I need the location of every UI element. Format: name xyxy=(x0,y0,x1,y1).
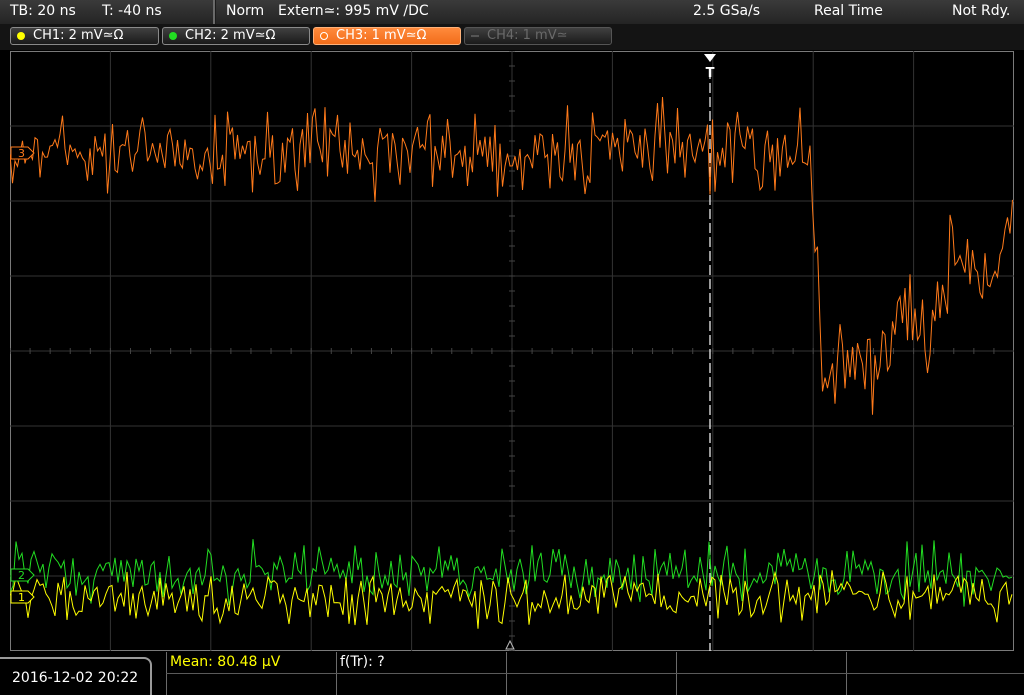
channel-bar: CH1: 2 mV≃Ω CH2: 2 mV≃Ω CH3: 1 mV≃Ω CH4:… xyxy=(0,24,1024,50)
channel-3-indicator xyxy=(320,32,328,40)
date-time: 2016-12-02 20:22 xyxy=(12,670,139,686)
channel-2-label: CH2: 2 mV≃Ω xyxy=(185,28,276,43)
channel-2-indicator xyxy=(169,32,177,40)
channel-1-indicator xyxy=(17,32,25,40)
ch2-waveform xyxy=(10,539,1013,607)
timebase-value[interactable]: TB: 20 ns xyxy=(10,3,76,19)
channel-2-button[interactable]: CH2: 2 mV≃Ω xyxy=(162,27,310,45)
ch2-offset-label: 2 xyxy=(18,569,25,582)
channel-1-label: CH1: 2 mV≃Ω xyxy=(33,28,124,43)
horizontal-position-icon[interactable] xyxy=(505,639,515,650)
trigger-arrow-icon[interactable] xyxy=(704,54,716,62)
channel-1-button[interactable]: CH1: 2 mV≃Ω xyxy=(10,27,159,45)
ch3-offset-marker[interactable]: 3 xyxy=(10,146,35,160)
ch2-offset-marker[interactable]: 2 xyxy=(10,568,35,582)
ch3-waveform xyxy=(10,96,1013,415)
date-time-panel: 2016-12-02 20:22 xyxy=(0,657,152,695)
trigger-marker-label: T xyxy=(706,66,715,81)
graticule[interactable]: T 3 2 1 xyxy=(10,51,1014,651)
acquisition-status: Not Rdy. xyxy=(952,3,1011,19)
timebase-panel[interactable]: TB: 20 ns T: -40 ns xyxy=(0,0,215,24)
trigger-mode[interactable]: Norm xyxy=(226,3,264,19)
acquisition-mode[interactable]: Real Time xyxy=(814,3,883,19)
channel-4-indicator xyxy=(471,35,479,37)
channel-3-label: CH3: 1 mV≃Ω xyxy=(336,28,427,43)
frequency-value: f(Tr): ? xyxy=(340,654,385,670)
mean-value: Mean: 80.48 µV xyxy=(170,654,281,670)
ch1-waveform xyxy=(10,570,1013,629)
channel-3-button[interactable]: CH3: 1 mV≃Ω xyxy=(313,27,461,45)
channel-4-button[interactable]: CH4: 1 mV≃ xyxy=(464,27,612,45)
measurement-divider xyxy=(166,673,1024,674)
sample-rate[interactable]: 2.5 GSa/s xyxy=(693,3,760,19)
trigger-time-value[interactable]: T: -40 ns xyxy=(102,3,162,19)
status-bar: TB: 20 ns T: -40 ns Norm Extern≃: 995 mV… xyxy=(0,0,1024,24)
ch1-offset-label: 1 xyxy=(18,591,25,604)
ch3-offset-label: 3 xyxy=(18,147,25,160)
trigger-panel[interactable]: Norm Extern≃: 995 mV ∕DC 2.5 GSa/s Real … xyxy=(216,0,1024,24)
trigger-source[interactable]: Extern≃: 995 mV ∕DC xyxy=(278,3,429,19)
channel-4-label: CH4: 1 mV≃ xyxy=(487,28,568,43)
